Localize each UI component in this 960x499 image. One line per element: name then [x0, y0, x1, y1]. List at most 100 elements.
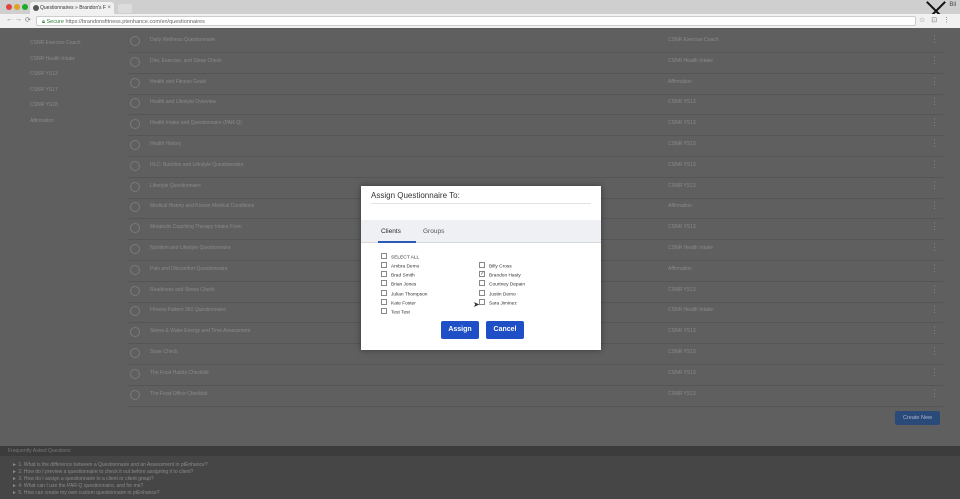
- client-checkbox[interactable]: Justin Demo: [479, 289, 516, 297]
- row-radio[interactable]: [130, 140, 140, 150]
- questionnaire-name[interactable]: Metabolic Coaching Therapy Intake Form: [150, 224, 242, 230]
- checkbox[interactable]: [479, 262, 485, 268]
- table-row[interactable]: Health and Fitness Goals Affirmation ⋮: [128, 73, 943, 95]
- questionnaire-name[interactable]: Health and Fitness Goals: [150, 79, 206, 85]
- row-radio[interactable]: [130, 285, 140, 296]
- row-radio[interactable]: [130, 348, 140, 358]
- row-menu-icon[interactable]: ⋮: [930, 388, 939, 399]
- checkbox[interactable]: [381, 298, 387, 305]
- questionnaire-name[interactable]: HLC: Nutrition and Lifestyle Questionnai…: [150, 162, 243, 168]
- questionnaire-name[interactable]: Stress & Wake Energy and Time Assessment: [150, 328, 250, 334]
- checkbox[interactable]: [479, 270, 485, 278]
- questionnaire-name[interactable]: Store Check: [150, 349, 178, 355]
- questionnaire-name[interactable]: Lifestyle Questionnaire: [150, 183, 201, 189]
- client-checkbox[interactable]: Julian Thompson: [381, 289, 427, 297]
- row-menu-icon[interactable]: ⋮: [930, 138, 939, 149]
- row-menu-icon[interactable]: ⋮: [930, 96, 939, 107]
- profile-name[interactable]: Bil: [949, 2, 956, 8]
- sidebar-item[interactable]: CSNR Health Intake: [30, 56, 75, 62]
- sidebar-item[interactable]: CSNR Exercise Coach: [30, 40, 81, 46]
- row-menu-icon[interactable]: ⋮: [930, 346, 939, 357]
- table-row[interactable]: HLC: Nutrition and Lifestyle Questionnai…: [128, 156, 943, 178]
- table-row[interactable]: Daily Wellness Questionnaire CSNR Exercis…: [128, 31, 943, 53]
- questionnaire-name[interactable]: Health Intake and Questionnaire (PAR-Q): [150, 120, 242, 126]
- questionnaire-name[interactable]: Health History: [150, 141, 181, 147]
- row-radio[interactable]: [130, 160, 140, 171]
- tab-clients[interactable]: Clients: [381, 228, 401, 235]
- questionnaire-name[interactable]: Diet, Exercise, and Sleep Check: [150, 58, 222, 64]
- client-checkbox[interactable]: Ambra Demo: [381, 262, 419, 269]
- row-radio[interactable]: [130, 368, 140, 379]
- back-icon[interactable]: ←: [6, 16, 13, 23]
- cancel-button[interactable]: Cancel: [486, 321, 524, 339]
- checkbox[interactable]: [381, 289, 387, 296]
- toolbar-icons[interactable]: ☆ ⊡ ⋮: [919, 16, 952, 24]
- row-radio[interactable]: [130, 77, 140, 88]
- row-radio[interactable]: [130, 244, 140, 254]
- new-tab-button[interactable]: [118, 4, 132, 13]
- table-row[interactable]: Health and Lifestyle Overview CSNR YS13 ⋮: [128, 93, 943, 116]
- row-menu-icon[interactable]: ⋮: [930, 284, 939, 295]
- row-radio[interactable]: [130, 223, 140, 234]
- row-radio[interactable]: [130, 202, 140, 213]
- client-checkbox[interactable]: Billy Cross: [479, 262, 512, 269]
- row-menu-icon[interactable]: ⋮: [930, 180, 939, 191]
- sidebar-item[interactable]: CSNR YS13: [30, 71, 58, 77]
- row-menu-icon[interactable]: ⋮: [930, 304, 939, 315]
- window-zoom-dot[interactable]: [22, 4, 28, 10]
- checkbox[interactable]: [381, 253, 387, 259]
- reload-icon[interactable]: ⟳: [25, 16, 31, 24]
- client-checkbox[interactable]: Brad Smith: [381, 271, 415, 278]
- tab-close-icon[interactable]: ×: [107, 2, 111, 14]
- checkbox[interactable]: [381, 262, 387, 268]
- row-radio[interactable]: [130, 389, 140, 400]
- sidebar-item[interactable]: Affirmation: [30, 118, 54, 124]
- client-checkbox[interactable]: Courtney Depain: [479, 280, 525, 288]
- checkbox[interactable]: [381, 280, 387, 287]
- row-radio[interactable]: [130, 119, 140, 130]
- questionnaire-name[interactable]: Medical History and Known Medical Condit…: [150, 203, 254, 209]
- client-checkbox[interactable]: Brian Jones: [381, 280, 416, 288]
- row-radio[interactable]: [130, 327, 140, 338]
- questionnaire-name[interactable]: Daily Wellness Questionnaire: [150, 37, 215, 43]
- questionnaire-name[interactable]: Pain and Discomfort Questionnaire: [150, 266, 228, 272]
- row-radio[interactable]: [130, 264, 140, 275]
- row-menu-icon[interactable]: ⋮: [930, 367, 939, 378]
- client-checkbox[interactable]: Kate Foster: [381, 298, 416, 306]
- table-row[interactable]: Health Intake and Questionnaire (PAR-Q) C…: [128, 114, 943, 137]
- row-menu-icon[interactable]: ⋮: [930, 325, 939, 336]
- questionnaire-name[interactable]: Readiness and Stress Check: [150, 287, 214, 293]
- checkbox[interactable]: [479, 280, 485, 287]
- client-checkbox[interactable]: Sara Jiminez: [479, 298, 517, 306]
- row-radio[interactable]: [130, 98, 140, 109]
- faq-item[interactable]: ► 2. How do I preview a questionnaire to…: [12, 469, 193, 475]
- row-menu-icon[interactable]: ⋮: [930, 76, 939, 87]
- checkbox[interactable]: [381, 271, 387, 278]
- tab-groups[interactable]: Groups: [423, 228, 444, 235]
- questionnaire-name[interactable]: Fitness Pattern 360 Questionnaire: [150, 307, 226, 313]
- url-input[interactable]: 🔒︎ Secure https://brandonsfitness.ptenha…: [36, 16, 916, 26]
- questionnaire-name[interactable]: The Food Habits Checklist: [150, 370, 209, 376]
- window-close-dot[interactable]: [6, 4, 12, 10]
- sidebar-item[interactable]: CSNR YS18: [30, 102, 58, 108]
- row-menu-icon[interactable]: ⋮: [930, 159, 939, 170]
- row-menu-icon[interactable]: ⋮: [930, 263, 939, 274]
- select-all-checkbox[interactable]: SELECT ALL: [381, 253, 419, 260]
- questionnaire-name[interactable]: Nutrition and Lifestyle Questionnaire: [150, 245, 231, 251]
- table-row[interactable]: The Food Office Checklist CSNR YS13 ⋮: [128, 385, 943, 407]
- table-row[interactable]: Health History CSNR YS13 ⋮: [128, 135, 943, 157]
- browser-tab[interactable]: Questionnaires » Brandon's F ×: [30, 2, 114, 14]
- window-minimize-dot[interactable]: [14, 4, 20, 10]
- create-new-button[interactable]: Create New: [895, 411, 940, 425]
- sidebar-item[interactable]: CSNR YS17: [30, 87, 58, 93]
- faq-item[interactable]: ► 4. What can I use the PAR-Q questionna…: [12, 483, 143, 489]
- row-radio[interactable]: [130, 56, 140, 67]
- client-checkbox[interactable]: Test Test: [381, 308, 410, 315]
- faq-item[interactable]: ► 1. What is the difference between a Qu…: [12, 462, 208, 468]
- row-radio[interactable]: [130, 36, 140, 46]
- row-menu-icon[interactable]: ⋮: [930, 221, 939, 232]
- forward-icon[interactable]: →: [15, 16, 22, 23]
- faq-item[interactable]: ► 5. How can create my own custom questi…: [12, 490, 160, 496]
- row-radio[interactable]: [130, 181, 140, 192]
- row-menu-icon[interactable]: ⋮: [930, 34, 939, 45]
